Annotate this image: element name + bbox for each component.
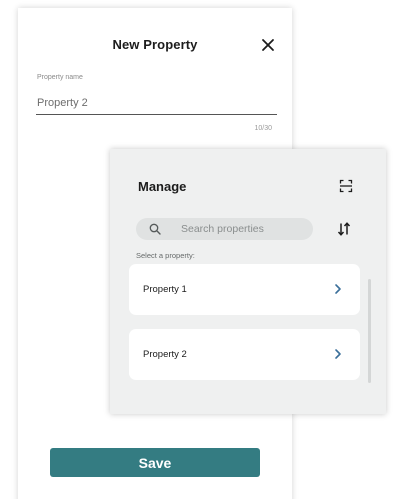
list-item-label: Property 2	[143, 349, 187, 360]
list-scrollbar[interactable]	[368, 279, 371, 383]
save-button[interactable]: Save	[50, 448, 260, 477]
select-property-label: Select a property:	[136, 251, 195, 260]
list-item-label: Property 1	[143, 284, 187, 295]
chevron-right-icon	[335, 284, 341, 294]
chevron-right-icon	[335, 349, 341, 359]
scan-button[interactable]	[338, 178, 354, 194]
search-input[interactable]	[181, 218, 306, 240]
panel-title: Manage	[138, 179, 187, 194]
close-icon	[262, 39, 274, 51]
search-bar	[136, 218, 313, 240]
property-name-input[interactable]	[36, 92, 277, 115]
list-item-property-2[interactable]: Property 2	[129, 329, 360, 380]
property-name-label: Property name	[37, 74, 83, 81]
app-screen: New Property Property name 10/30 Save Ma…	[0, 0, 398, 499]
sort-button[interactable]	[336, 221, 352, 237]
sheet-title: New Property	[112, 37, 198, 52]
search-icon	[149, 223, 161, 235]
manage-panel: Manage Select	[110, 149, 386, 414]
close-button[interactable]	[258, 35, 278, 55]
sort-icon	[337, 222, 351, 236]
scan-icon	[339, 179, 353, 193]
character-counter: 10/30	[254, 125, 272, 132]
list-item-property-1[interactable]: Property 1	[129, 264, 360, 315]
